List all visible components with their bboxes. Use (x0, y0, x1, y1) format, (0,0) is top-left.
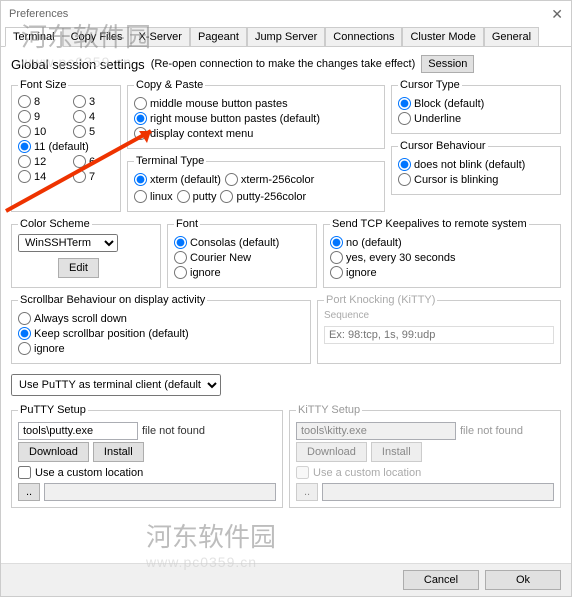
session-button[interactable]: Session (421, 55, 474, 73)
kitty-browse-button: .. (296, 483, 318, 501)
putty-path-input[interactable] (18, 422, 138, 440)
kitty-notfound: file not found (460, 425, 523, 437)
tt-putty[interactable]: putty (177, 190, 217, 203)
tabs-bar: Terminal Copy Files X-Server Pageant Jum… (1, 27, 571, 47)
putty-browse-button[interactable]: .. (18, 483, 40, 501)
cursorbeh-legend: Cursor Behaviour (398, 140, 488, 152)
cb-blink[interactable]: Cursor is blinking (398, 173, 554, 186)
ok-button[interactable]: Ok (485, 570, 561, 590)
kitty-custom-check: Use a custom location (296, 466, 554, 479)
fontsize-10[interactable]: 10 (18, 125, 65, 138)
cp-middle[interactable]: middle mouse button pastes (134, 97, 378, 110)
tab-general[interactable]: General (484, 27, 539, 47)
fontsize-14[interactable]: 14 (18, 170, 65, 183)
scrollbeh-legend: Scrollbar Behaviour on display activity (18, 294, 207, 306)
portknock-input[interactable] (324, 326, 554, 344)
colorscheme-select[interactable]: WinSSHTerm (18, 234, 118, 252)
tt-linux[interactable]: linux (134, 190, 173, 203)
ka-ignore[interactable]: ignore (330, 266, 554, 279)
window-title: Preferences (9, 8, 68, 20)
putty-install-button[interactable]: Install (93, 442, 144, 462)
kitty-download-button: Download (296, 442, 367, 462)
tab-connections[interactable]: Connections (325, 27, 402, 47)
cp-right[interactable]: right mouse button pastes (default) (134, 112, 378, 125)
tab-terminal[interactable]: Terminal (5, 27, 63, 47)
fontsize-9[interactable]: 9 (18, 110, 65, 123)
cb-noblink[interactable]: does not blink (default) (398, 158, 554, 171)
global-session-hint: (Re-open connection to make the changes … (151, 58, 416, 70)
sb-ignore[interactable]: ignore (18, 342, 304, 355)
copypaste-legend: Copy & Paste (134, 79, 205, 91)
font-consolas[interactable]: Consolas (default) (174, 236, 310, 249)
kitty-legend: KiTTY Setup (296, 404, 362, 416)
kitty-custom-path (322, 483, 554, 501)
putty-notfound: file not found (142, 425, 205, 437)
portknock-legend: Port Knocking (KiTTY) (324, 294, 437, 306)
tt-xterm[interactable]: xterm (default) (134, 173, 221, 186)
putty-download-button[interactable]: Download (18, 442, 89, 462)
fontsize-7[interactable]: 7 (73, 170, 114, 183)
global-session-label: Global session settings (11, 57, 145, 72)
tt-xterm256[interactable]: xterm-256color (225, 173, 314, 186)
fontsize-3[interactable]: 3 (73, 95, 114, 108)
fontsize-4[interactable]: 4 (73, 110, 114, 123)
tab-copy-files[interactable]: Copy Files (63, 27, 131, 47)
font-courier[interactable]: Courier New (174, 251, 310, 264)
tab-cluster-mode[interactable]: Cluster Mode (402, 27, 483, 47)
font-ignore[interactable]: ignore (174, 266, 310, 279)
terminal-client-select[interactable]: Use PuTTY as terminal client (default) (11, 374, 221, 396)
ct-block[interactable]: Block (default) (398, 97, 554, 110)
ka-no[interactable]: no (default) (330, 236, 554, 249)
colorscheme-edit-button[interactable]: Edit (58, 258, 99, 278)
fontsize-12[interactable]: 12 (18, 155, 65, 168)
ct-underline[interactable]: Underline (398, 112, 554, 125)
putty-custom-path[interactable] (44, 483, 276, 501)
putty-custom-check[interactable]: Use a custom location (18, 466, 276, 479)
sb-always[interactable]: Always scroll down (18, 312, 304, 325)
close-icon[interactable]: ✕ (551, 6, 563, 23)
tt-putty256[interactable]: putty-256color (220, 190, 306, 203)
sb-keep[interactable]: Keep scrollbar position (default) (18, 327, 304, 340)
keepalive-legend: Send TCP Keepalives to remote system (330, 218, 529, 230)
fontsize-8[interactable]: 8 (18, 95, 65, 108)
fontsize-11[interactable]: 11 (default) (18, 140, 114, 153)
tab-x-server[interactable]: X-Server (131, 27, 190, 47)
ka-yes[interactable]: yes, every 30 seconds (330, 251, 554, 264)
termtype-legend: Terminal Type (134, 155, 206, 167)
kitty-install-button: Install (371, 442, 422, 462)
cursortype-legend: Cursor Type (398, 79, 462, 91)
cp-context[interactable]: display context menu (134, 127, 378, 140)
fontsize-legend: Font Size (18, 79, 68, 91)
fontsize-5[interactable]: 5 (73, 125, 114, 138)
tab-jump-server[interactable]: Jump Server (247, 27, 325, 47)
font-legend: Font (174, 218, 200, 230)
fontsize-6[interactable]: 6 (73, 155, 114, 168)
portknock-sublabel: Sequence (324, 310, 554, 322)
cancel-button[interactable]: Cancel (403, 570, 479, 590)
kitty-path-input (296, 422, 456, 440)
colorscheme-legend: Color Scheme (18, 218, 92, 230)
tab-pageant[interactable]: Pageant (190, 27, 247, 47)
putty-legend: PuTTY Setup (18, 404, 88, 416)
